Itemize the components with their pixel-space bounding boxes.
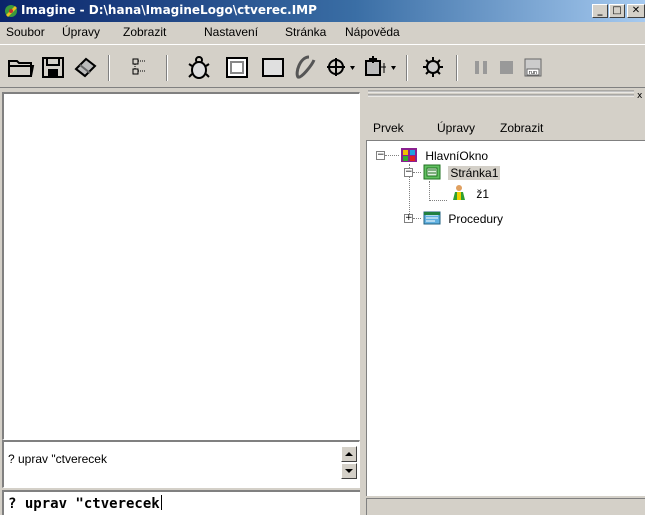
panel-menu-upravy[interactable]: Úpravy [437,121,475,135]
title-bar[interactable]: Imagine - D:\hana\ImagineLogo\ctverec.IM… [0,0,645,22]
main-window-icon [401,148,417,162]
text-caret [160,495,162,510]
settings-icon[interactable] [418,53,448,81]
panel-grip[interactable]: x [366,88,645,101]
page-icon [423,164,441,180]
tree-node-z1[interactable]: ž1 [449,183,489,201]
window-title: Imagine - D:\hana\ImagineLogo\ctverec.IM… [21,3,317,17]
pause-icon[interactable] [470,53,494,81]
maximize-button[interactable]: □ [609,4,625,18]
erase-icon[interactable] [70,53,100,81]
tree-label-z1: ž1 [476,187,490,201]
stop-icon[interactable] [496,53,520,81]
app-icon [5,5,17,17]
panel-menu-bar: Prvek Úpravy Zobrazit [366,118,645,140]
object-tree[interactable]: − HlavníOkno − Stránka1 ž1 + Procedury [366,140,645,496]
command-text: ? uprav "ctverecek [8,496,160,512]
panel-menu-prvek[interactable]: Prvek [373,121,404,135]
scroll-down-button[interactable] [341,463,357,479]
open-folder-icon[interactable] [6,53,36,81]
expand-hlavniokno[interactable]: − [376,151,385,160]
panel-status-bar [366,498,645,515]
minimize-button[interactable]: _ [592,4,608,18]
command-history[interactable]: ? uprav "ctverecek [2,440,360,488]
scroll-up-button[interactable] [341,446,357,462]
command-line[interactable]: ? uprav "ctverecek [2,490,360,515]
menu-bar: Soubor Úpravy Zobrazit Nastavení Stránka… [0,22,645,42]
tree-node-stranka1[interactable]: Stránka1 [423,164,501,180]
menu-stranka[interactable]: Stránka [285,25,326,39]
arrow-up-icon [345,452,353,456]
panel-menu-zobrazit[interactable]: Zobrazit [500,121,543,135]
maximize-icon: □ [612,5,622,16]
tree-label-hlavniokno: HlavníOkno [425,149,489,163]
arrow-down-icon [345,469,353,473]
close-button[interactable]: ✕ [627,4,645,18]
navigation-icon[interactable] [322,53,358,81]
tree-label-stranka1: Stránka1 [448,166,501,180]
tree-view-icon[interactable] [124,53,154,81]
ellipse-tool-icon[interactable] [290,53,320,81]
add-object-icon[interactable] [360,53,400,81]
menu-napoveda[interactable]: Nápověda [345,25,400,39]
menu-soubor[interactable]: Soubor [6,25,45,39]
turtle-icon[interactable] [184,53,214,81]
run-label: run [529,70,537,76]
save-disk-icon[interactable] [38,53,68,81]
turtle-figure-icon [453,185,465,200]
menu-zobrazit[interactable]: Zobrazit [123,25,166,39]
toolbar: run [0,44,645,88]
menu-upravy[interactable]: Úpravy [62,25,100,39]
panel-icon[interactable] [258,53,288,81]
close-icon: ✕ [631,5,641,16]
drawing-canvas[interactable] [2,92,360,440]
procedures-icon [423,211,441,225]
expand-procedury[interactable]: + [404,214,413,223]
panel-close-icon[interactable]: x [637,91,643,101]
window-icon[interactable] [222,53,252,81]
tree-label-procedury: Procedury [448,212,504,226]
run-icon[interactable]: run [522,53,546,81]
expand-stranka1[interactable]: − [404,168,413,177]
tree-node-hlavniokno[interactable]: HlavníOkno [400,147,488,163]
history-line: ? uprav "ctverecek [8,452,107,466]
minimize-icon: _ [597,5,603,16]
menu-nastaveni[interactable]: Nastavení [204,25,258,39]
tree-node-procedury[interactable]: Procedury [423,210,503,226]
